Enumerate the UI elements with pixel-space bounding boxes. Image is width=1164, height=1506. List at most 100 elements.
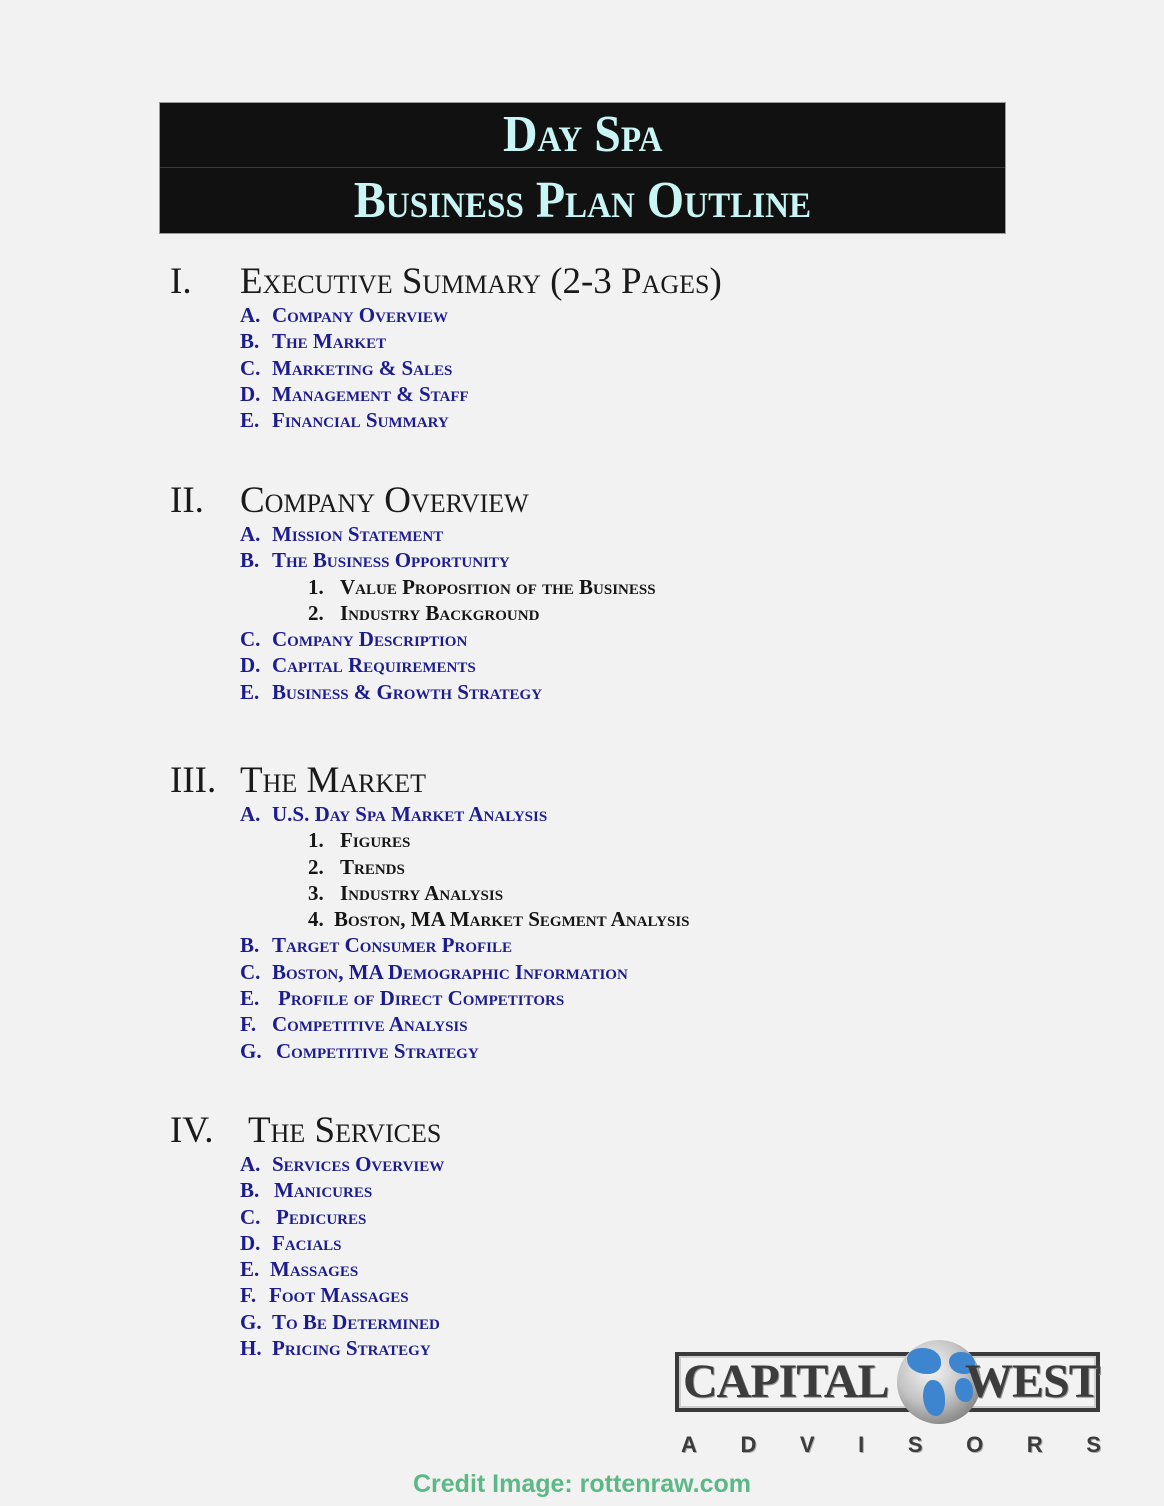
item-text: Mission Statement (272, 522, 444, 546)
logo-tagline-advisors: A D V I S O R S (681, 1432, 1101, 1458)
item-label: 2. (308, 600, 324, 625)
item-label: F. (240, 1012, 257, 1037)
tagline-letter: D (740, 1432, 757, 1457)
title-banner: Day Spa Business Plan Outline (160, 103, 1005, 233)
item-label: A. (240, 1152, 261, 1176)
item-text: Capital Requirements (272, 653, 476, 678)
title-line-1: Day Spa (160, 103, 1005, 168)
section-number: III. (170, 760, 217, 801)
item-label: C. (240, 959, 261, 984)
outline-item: D. Management & Staff (240, 381, 722, 407)
item-text: Trends (340, 854, 405, 879)
item-text: The Business Opportunity (272, 548, 510, 573)
item-label: H. (240, 1336, 262, 1361)
item-text: Pricing Strategy (272, 1336, 431, 1361)
item-text: Boston, MA Market Segment Analysis (334, 907, 690, 932)
title-day-spa: Day Spa (502, 106, 663, 163)
item-label: B. (240, 1178, 260, 1203)
outline-item: B. Target Consumer Profile (240, 932, 690, 958)
tagline-letter: S (1086, 1432, 1101, 1457)
item-label: A. (240, 522, 261, 546)
item-text: Company Overview (272, 303, 448, 327)
section-company-overview: II. Company Overview A. Mission Statement… (170, 481, 656, 705)
item-label: D. (240, 653, 261, 678)
tagline-letter: S (907, 1432, 923, 1457)
outline-item: A. Mission Statement (240, 521, 656, 547)
item-text: Competitive Analysis (272, 1012, 468, 1037)
capital-west-advisors-logo: CAPITAL WEST A D V I S O R S (675, 1340, 1105, 1460)
tagline-letter: A (681, 1432, 697, 1457)
item-text: Value Proposition of the Business (340, 574, 656, 599)
section-the-services: IV. The Services A. Services Overview B. M… (170, 1111, 444, 1361)
item-label: 1. (308, 574, 324, 599)
item-text: Facials (272, 1230, 342, 1255)
outline-item: G. Competitive Strategy (240, 1038, 690, 1064)
section-heading: IV. The Services (170, 1111, 444, 1151)
item-label: 1. (308, 828, 324, 853)
item-label: C. (240, 627, 261, 652)
item-text: Profile of Direct Competitors (278, 986, 565, 1011)
outline-subitem: 4. Boston, MA Market Segment Analysis (308, 906, 690, 932)
tagline-letter: O (966, 1432, 984, 1457)
outline-item: F. Competitive Analysis (240, 1011, 690, 1037)
section-heading: II. Company Overview (170, 481, 656, 521)
item-text: Financial Summary (272, 408, 449, 433)
item-text: Business & Growth Strategy (272, 679, 543, 704)
item-text: Boston, MA Demographic Information (272, 959, 628, 984)
item-label: C. (240, 355, 261, 380)
section-the-market: III. The Market A. U.S. Day Spa Market An… (170, 761, 690, 1064)
item-label: G. (240, 1309, 262, 1334)
outline-item: B. The Business Opportunity (240, 547, 656, 573)
title-business-plan-outline: Business Plan Outline (353, 171, 812, 229)
item-label: A. (240, 303, 261, 327)
item-text: U.S. Day Spa Market Analysis (272, 802, 548, 826)
outline-item: E. Financial Summary (240, 407, 722, 433)
item-label: B. (240, 329, 260, 354)
outline-item: B. The Market (240, 328, 722, 354)
tagline-letter: I (858, 1432, 865, 1457)
item-text: Massages (270, 1257, 359, 1282)
section-number: I. (170, 261, 192, 302)
item-label: C. (240, 1204, 261, 1229)
section-title: The Market (240, 760, 427, 801)
section-heading: I. Executive Summary (2-3 Pages) (170, 262, 722, 302)
item-text: Industry Background (340, 600, 540, 625)
item-text: The Market (272, 329, 387, 354)
item-label: E. (240, 679, 260, 704)
outline-item: C. Marketing & Sales (240, 355, 722, 381)
item-text: Pedicures (276, 1204, 367, 1229)
item-text: Target Consumer Profile (272, 933, 513, 958)
item-text: Figures (340, 828, 411, 853)
section-title: The Services (248, 1110, 442, 1151)
item-label: A. (240, 802, 261, 826)
outline-item: A. Services Overview (240, 1151, 444, 1177)
item-label: E. (240, 986, 260, 1011)
logo-word-capital: CAPITAL (683, 1355, 889, 1408)
section-title: Executive Summary (2-3 Pages) (240, 261, 722, 302)
outline-subitem: 3. Industry Analysis (308, 880, 690, 906)
item-label: 2. (308, 854, 324, 879)
outline-subitem: 2. Industry Background (308, 600, 656, 626)
title-line-2: Business Plan Outline (160, 168, 1005, 233)
item-text: Management & Staff (272, 381, 469, 406)
outline-item: C. Boston, MA Demographic Information (240, 959, 690, 985)
section-number: IV. (170, 1110, 214, 1151)
item-label: E. (240, 1257, 260, 1282)
outline-item: A. U.S. Day Spa Market Analysis (240, 801, 690, 827)
item-label: D. (240, 1230, 261, 1255)
item-label: G. (240, 1038, 262, 1063)
section-heading: III. The Market (170, 761, 690, 801)
item-label: E. (240, 408, 260, 433)
section-number: II. (170, 480, 204, 521)
section-executive-summary: I. Executive Summary (2-3 Pages) A. Compa… (170, 262, 722, 433)
outline-subitem: 2. Trends (308, 854, 690, 880)
outline-item: F. Foot Massages (240, 1282, 444, 1308)
outline-item: C. Company Description (240, 626, 656, 652)
item-text: Foot Massages (269, 1283, 409, 1308)
item-text: Competitive Strategy (276, 1038, 479, 1063)
item-text: To Be Determined (272, 1309, 440, 1334)
item-label: D. (240, 381, 261, 406)
section-title: Company Overview (240, 480, 529, 521)
item-text: Manicures (274, 1178, 373, 1203)
logo-word-west: WEST (965, 1355, 1101, 1408)
